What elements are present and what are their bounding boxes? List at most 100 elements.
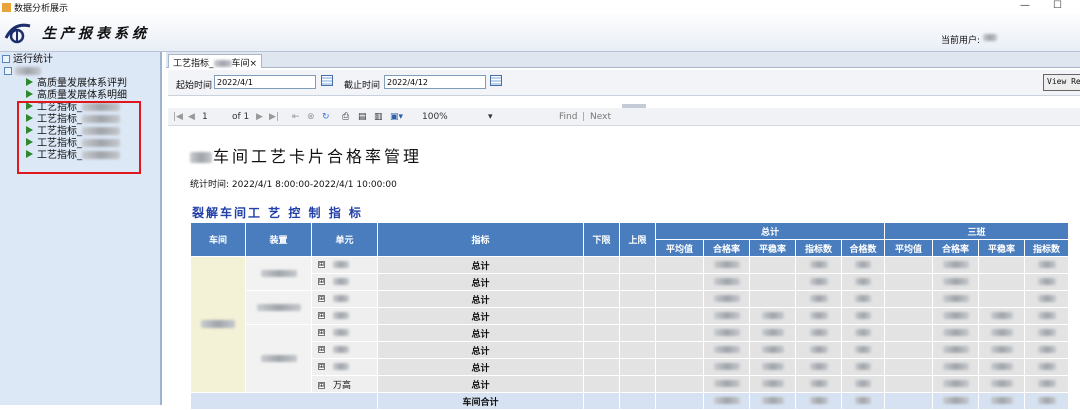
next-page-icon[interactable]: ▶ (256, 112, 263, 122)
unit-cell[interactable]: ⊞ (311, 307, 378, 325)
unit-cell[interactable]: ⊞ (311, 341, 378, 359)
col-header-pass-rate: 合格率 (703, 239, 750, 257)
tree-sub-node[interactable] (2, 66, 127, 78)
start-time-input[interactable] (214, 75, 316, 89)
redacted-device (260, 269, 297, 277)
redacted-value (942, 295, 969, 302)
redacted-value (761, 329, 784, 336)
upper-cell (619, 290, 656, 308)
first-page-icon[interactable]: |◀ (173, 112, 183, 122)
unit-cell[interactable]: ⊞ (311, 256, 378, 274)
redacted-value (333, 329, 349, 336)
indicator-cell: 总计 (377, 307, 584, 325)
system-title: 生产报表系统 (42, 26, 150, 42)
redacted-value (761, 397, 784, 404)
upper-cell (619, 375, 656, 393)
last-page-icon[interactable]: ▶| (269, 112, 279, 122)
table-row: ⊞ 总计 (191, 358, 1069, 376)
tree-root-label: 运行统计 (13, 54, 53, 65)
redacted-value (855, 346, 871, 353)
redacted-value (990, 312, 1013, 319)
value-cell (841, 392, 885, 410)
tree-root-node[interactable]: 运行统计 (2, 54, 127, 66)
unit-cell[interactable]: ⊞ (311, 273, 378, 291)
indicator-cell: 总计 (377, 358, 584, 376)
page-setup-icon[interactable]: ▤ (358, 112, 367, 122)
maximize-button[interactable]: ☐ (1053, 0, 1062, 12)
col-header-unit: 单元 (311, 222, 378, 257)
redacted-value (1037, 295, 1056, 302)
redacted-value (942, 278, 969, 285)
redacted-value (333, 312, 349, 319)
redacted-value (809, 261, 828, 268)
value-cell (795, 324, 842, 342)
zoom-dropdown-icon[interactable]: ▾ (488, 112, 493, 122)
col-header-device: 装置 (245, 222, 312, 257)
expand-icon[interactable]: ⊞ (318, 381, 325, 389)
tab-process-indicator-workshop[interactable]: 工艺指标_ 车间× (168, 54, 263, 69)
redacted-value (333, 295, 349, 302)
tab-close-icon[interactable]: × (250, 59, 258, 69)
expand-icon[interactable]: ⊞ (318, 363, 325, 370)
value-cell (884, 273, 933, 291)
next-link[interactable]: Next (590, 112, 611, 122)
value-cell (749, 273, 796, 291)
value-cell (841, 358, 885, 376)
value-cell (978, 290, 1025, 308)
prev-page-icon[interactable]: ◀ (188, 112, 195, 122)
unit-cell[interactable]: ⊞ (311, 324, 378, 342)
total-row: 车间合计 (190, 392, 1069, 410)
value-cell (932, 290, 979, 308)
back-icon[interactable]: ⇤ (292, 112, 300, 122)
expand-icon[interactable]: ⊞ (318, 278, 325, 285)
expand-icon[interactable]: ⊞ (318, 312, 325, 319)
end-time-input[interactable] (384, 75, 486, 89)
redacted-value (990, 397, 1013, 404)
lower-cell (583, 324, 620, 342)
app-icon (2, 2, 11, 12)
indicator-cell: 总计 (377, 256, 584, 274)
value-cell (655, 341, 704, 359)
value-cell (841, 324, 885, 342)
redacted-value (809, 397, 828, 404)
expand-icon[interactable]: ⊞ (318, 261, 325, 268)
unit-cell[interactable]: ⊞ 万高 (311, 375, 378, 393)
upper-cell (619, 307, 656, 325)
redacted-value (713, 278, 740, 285)
export-icon[interactable]: ▣▾ (390, 112, 403, 122)
col-header-index-count: 指标数 (795, 239, 842, 257)
redacted-value (333, 261, 349, 268)
col-header-avg: 平均值 (655, 239, 704, 257)
start-calendar-icon[interactable] (321, 75, 333, 86)
value-cell (795, 341, 842, 359)
expand-icon[interactable]: ⊞ (318, 295, 325, 302)
value-cell (703, 324, 750, 342)
stop-icon[interactable]: ⊗ (307, 112, 315, 122)
redacted-value (713, 397, 740, 404)
redacted-value (942, 329, 969, 336)
redacted-value (713, 363, 740, 370)
expand-icon[interactable]: ⊞ (318, 329, 325, 336)
find-link[interactable]: Find (559, 112, 577, 122)
minimize-button[interactable]: — (1020, 0, 1030, 12)
value-cell (749, 307, 796, 325)
value-cell (655, 358, 704, 376)
unit-cell[interactable]: ⊞ (311, 358, 378, 376)
expand-icon[interactable]: ⊞ (318, 346, 325, 353)
redacted-value (761, 312, 784, 319)
col-header-lower: 下限 (583, 222, 620, 257)
sidebar-tree-panel[interactable]: 运行统计 高质量发展体系评判 高质量发展体系明细 工艺指标_ 工艺指标_ 工艺指… (0, 52, 162, 405)
stat-time-label: 统计时间: 2022/4/1 8:00:00-2022/4/1 10:00:00 (190, 180, 397, 190)
sidebar-item-quality-evaluation[interactable]: 高质量发展体系评判 (2, 78, 127, 90)
view-report-button[interactable]: View Report (1043, 74, 1080, 91)
print-icon[interactable]: ⎙ (342, 112, 349, 122)
layout-icon[interactable]: ▥ (374, 112, 383, 122)
end-calendar-icon[interactable] (490, 75, 502, 86)
refresh-icon[interactable]: ↻ (322, 112, 330, 122)
zoom-select[interactable]: 100% (422, 112, 448, 122)
value-cell (703, 290, 750, 308)
redacted-value (855, 312, 871, 319)
current-page-field[interactable]: 1 (202, 112, 208, 122)
unit-cell[interactable]: ⊞ (311, 290, 378, 308)
company-logo-icon (4, 23, 31, 44)
